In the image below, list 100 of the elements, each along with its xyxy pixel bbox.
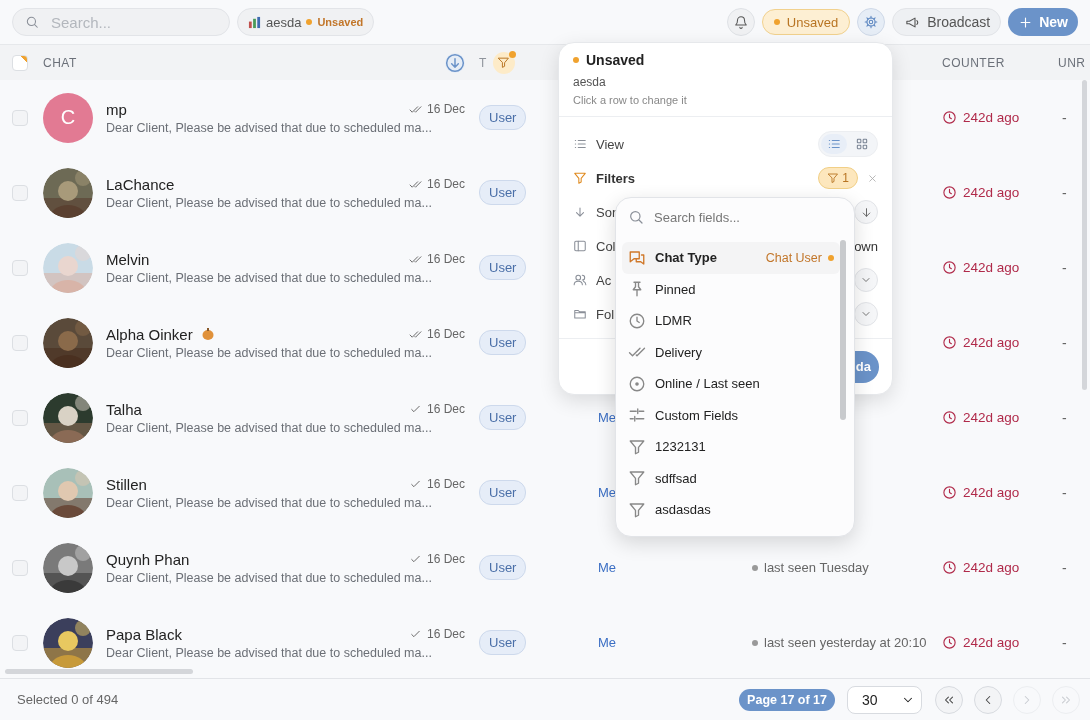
type-tag: User bbox=[479, 255, 527, 280]
row-checkbox[interactable] bbox=[12, 184, 28, 201]
counter-text: 242d ago bbox=[963, 485, 1020, 500]
owner-link[interactable]: Me bbox=[598, 635, 617, 650]
notifications-button[interactable] bbox=[726, 8, 755, 36]
search-icon bbox=[628, 209, 644, 225]
horizontal-scrollbar[interactable] bbox=[5, 669, 193, 674]
type-tag: User bbox=[479, 630, 527, 655]
menu-item[interactable]: sdffsad bbox=[622, 462, 840, 494]
type-tag: User bbox=[479, 180, 527, 205]
message-date: 16 Dec bbox=[426, 102, 465, 116]
setting-label[interactable]: Ac bbox=[596, 272, 612, 288]
page-indicator: Page 17 of 17 bbox=[739, 688, 835, 711]
list-view-button[interactable] bbox=[821, 134, 847, 154]
counter-text: 242d ago bbox=[963, 410, 1020, 425]
contact-name: mp bbox=[106, 100, 127, 118]
contact-name: Alpha Oinker bbox=[106, 325, 193, 343]
view-name: aesda bbox=[573, 75, 607, 89]
unread-count: - bbox=[1062, 559, 1067, 576]
search-field[interactable]: Search... bbox=[12, 8, 230, 36]
column-header: UNR bbox=[1058, 55, 1086, 70]
setting-label[interactable]: Filters bbox=[596, 170, 635, 186]
column-header: COUNTER bbox=[942, 55, 1005, 70]
settings-button[interactable] bbox=[857, 8, 886, 36]
dropdown-button[interactable] bbox=[854, 268, 878, 292]
select-all-checkbox[interactable] bbox=[12, 54, 28, 71]
message-preview: Dear Client, Please be advised that due to scheduled ma... bbox=[106, 495, 433, 510]
filter-icon bbox=[628, 469, 646, 488]
column-header: CHAT bbox=[43, 55, 77, 70]
contact-name: Melvin bbox=[106, 250, 150, 268]
menu-item[interactable]: 1232131 bbox=[622, 431, 840, 463]
setting-label[interactable]: Fol bbox=[596, 306, 615, 322]
clear-filters-button[interactable] bbox=[867, 172, 878, 184]
sliders-icon bbox=[628, 406, 646, 425]
status-dot bbox=[752, 639, 758, 646]
avatar: C bbox=[43, 92, 93, 143]
setting-label[interactable]: View bbox=[596, 136, 624, 152]
broadcast-button[interactable]: Broadcast bbox=[892, 8, 1002, 36]
unread-count: - bbox=[1062, 409, 1067, 426]
message-date: 16 Dec bbox=[426, 402, 465, 416]
counter-text: 242d ago bbox=[963, 185, 1020, 200]
clock-icon bbox=[942, 485, 957, 500]
scrollbar[interactable] bbox=[840, 240, 846, 420]
clock-icon bbox=[942, 335, 957, 350]
message-date: 16 Dec bbox=[426, 252, 465, 266]
row-checkbox[interactable] bbox=[12, 634, 28, 651]
unread-count: - bbox=[1062, 334, 1067, 351]
vertical-scrollbar[interactable] bbox=[1082, 80, 1087, 390]
setting-label[interactable]: Sor bbox=[596, 204, 617, 220]
selection-count: Selected 0 of 494 bbox=[17, 692, 119, 707]
folder-icon bbox=[573, 307, 587, 321]
row-checkbox[interactable] bbox=[12, 109, 28, 126]
prev-page-button[interactable] bbox=[974, 685, 1002, 714]
type-tag: User bbox=[479, 555, 527, 580]
last-seen-text: last seen yesterday at 20:10 bbox=[764, 635, 927, 650]
message-preview: Dear Client, Please be advised that due to scheduled ma... bbox=[106, 270, 433, 285]
contact-name: Talha bbox=[106, 400, 142, 418]
columns-icon bbox=[573, 239, 587, 253]
grid-icon bbox=[855, 137, 869, 151]
panel-title: Unsaved bbox=[586, 52, 645, 68]
view-chip[interactable]: aesda Unsaved bbox=[237, 8, 375, 36]
row-checkbox[interactable] bbox=[12, 409, 28, 426]
counter-text: 242d ago bbox=[963, 635, 1020, 650]
clock-icon bbox=[942, 410, 957, 425]
unread-count: - bbox=[1062, 109, 1067, 126]
menu-item[interactable]: asdasdas bbox=[622, 494, 840, 526]
page-size-select[interactable]: 30 bbox=[847, 685, 922, 714]
setting-label[interactable]: Col bbox=[596, 238, 616, 254]
settings-icon bbox=[864, 15, 879, 29]
message-preview: Dear Client, Please be advised that due to scheduled ma... bbox=[106, 570, 433, 585]
status-dot bbox=[573, 57, 579, 63]
owner-link[interactable]: Me bbox=[598, 410, 617, 425]
filter-button[interactable] bbox=[492, 51, 515, 74]
owner-link[interactable]: Me bbox=[598, 560, 617, 575]
message-preview: Dear Client, Please be advised that due to scheduled ma... bbox=[106, 120, 433, 135]
row-checkbox[interactable] bbox=[12, 334, 28, 351]
menu-item[interactable]: LDMR bbox=[622, 305, 840, 337]
row-checkbox[interactable] bbox=[12, 259, 28, 276]
unread-count: - bbox=[1062, 484, 1067, 501]
message-preview: Dear Client, Please be advised that due to scheduled ma... bbox=[106, 345, 433, 360]
column-header: T bbox=[479, 55, 487, 70]
menu-item[interactable]: Chat Type Chat User bbox=[622, 242, 840, 274]
first-page-button[interactable] bbox=[935, 685, 963, 714]
filter-icon bbox=[827, 172, 840, 184]
type-tag: User bbox=[479, 105, 527, 130]
owner-link[interactable]: Me bbox=[598, 485, 617, 500]
sort-direction-button[interactable] bbox=[854, 200, 878, 224]
last-seen-text: last seen Tuesday bbox=[764, 560, 869, 575]
menu-item[interactable]: Pinned bbox=[622, 273, 840, 305]
message-date: 16 Dec bbox=[426, 552, 465, 566]
search-field[interactable]: Search fields... bbox=[652, 205, 832, 229]
row-checkbox[interactable] bbox=[12, 559, 28, 576]
menu-item[interactable]: Custom Fields bbox=[622, 399, 840, 431]
filter-icon bbox=[497, 56, 511, 69]
view-toggle[interactable] bbox=[818, 131, 878, 157]
row-checkbox[interactable] bbox=[12, 484, 28, 501]
type-tag: User bbox=[479, 405, 527, 430]
clock-icon bbox=[942, 185, 957, 200]
filter-icon bbox=[628, 500, 646, 519]
dropdown-button[interactable] bbox=[854, 302, 878, 326]
